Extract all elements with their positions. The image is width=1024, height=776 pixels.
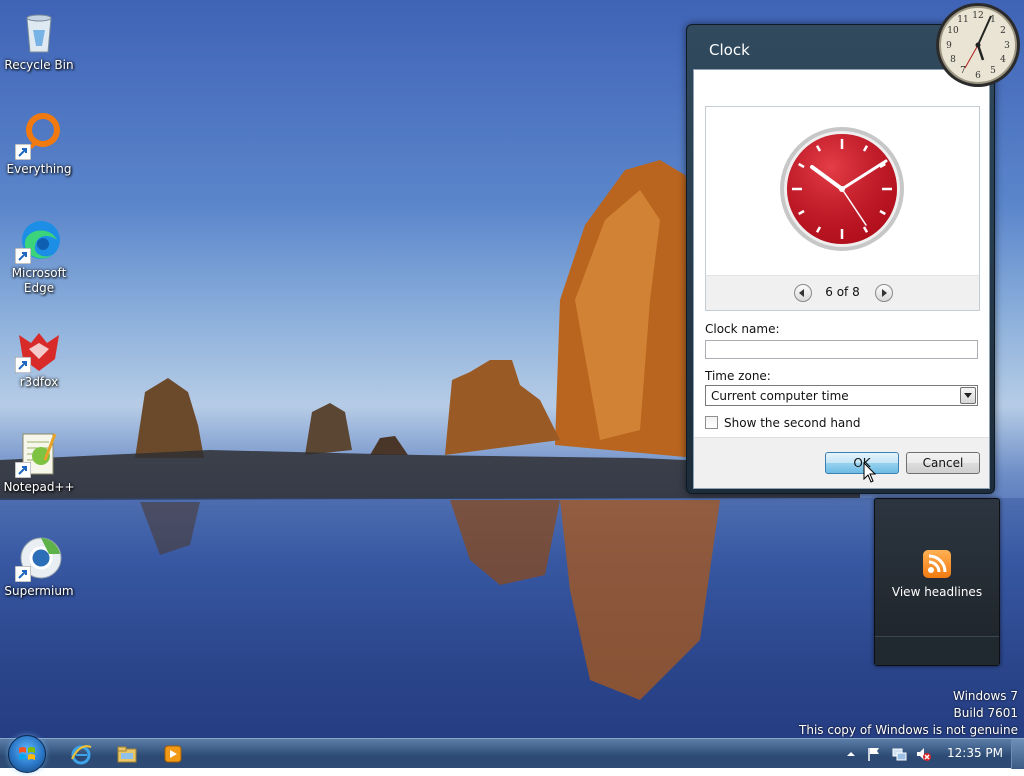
desktop-icon-label: Recycle Bin: [4, 58, 74, 72]
clock-name-label: Clock name:: [705, 322, 780, 336]
desktop-icon-label: Notepad++: [3, 480, 75, 494]
view-headlines-link[interactable]: View headlines: [875, 585, 999, 599]
dialog-title: Clock: [709, 41, 750, 59]
supermium-icon: [15, 534, 63, 582]
red-clock-face-icon: [780, 127, 904, 251]
ok-button[interactable]: OK: [825, 452, 899, 474]
show-hidden-icons-icon[interactable]: [843, 746, 859, 762]
svg-text:11: 11: [957, 15, 968, 25]
explorer-icon[interactable]: [116, 743, 138, 765]
desktop-icon-label: Microsoft Edge: [11, 266, 67, 295]
notepadpp-icon: [15, 430, 63, 478]
desktop-icon-everything[interactable]: Everything: [0, 112, 78, 177]
taskbar-clock[interactable]: 12:35 PM: [947, 746, 1003, 760]
feed-headlines-gadget[interactable]: View headlines: [874, 498, 1000, 666]
chevron-down-icon[interactable]: [960, 387, 976, 404]
svg-text:6: 6: [975, 71, 981, 81]
page-indicator: 6 of 8: [825, 285, 860, 299]
dialog-client-area: 6 of 8 Clock name: Time zone: Current co…: [693, 69, 990, 489]
svg-text:4: 4: [1000, 55, 1006, 65]
clock-style-pager: 6 of 8: [705, 275, 980, 311]
shortcut-arrow-icon: [15, 357, 31, 373]
desktop-icon-r3dfox[interactable]: r3dfox: [0, 325, 78, 390]
windows-watermark: Windows 7 Build 7601 This copy of Window…: [799, 688, 1018, 738]
edge-icon: [15, 216, 63, 264]
dialog-footer: OK Cancel: [694, 437, 989, 488]
start-button[interactable]: [8, 735, 46, 773]
media-player-icon[interactable]: [162, 743, 184, 765]
everything-icon: [15, 112, 63, 160]
watermark-build: Build 7601: [953, 706, 1018, 720]
taskbar: 12:35 PM: [0, 735, 1024, 773]
r3dfox-icon: [15, 325, 63, 373]
volume-muted-icon[interactable]: [915, 746, 931, 762]
shortcut-arrow-icon: [15, 144, 31, 160]
rss-icon: [923, 550, 951, 578]
show-desktop-button[interactable]: [1011, 739, 1024, 769]
action-center-icon[interactable]: [866, 746, 882, 762]
clock-gadget[interactable]: 12 12 345 678 91011: [935, 2, 1021, 88]
svg-text:5: 5: [990, 66, 996, 76]
shortcut-arrow-icon: [15, 566, 31, 582]
clock-settings-dialog: Clock 6 of 8 Clock name: Time zone: Curr…: [686, 24, 995, 494]
desktop-icon-label: Supermium: [4, 584, 74, 598]
svg-text:10: 10: [947, 26, 959, 36]
next-clock-button[interactable]: [875, 284, 893, 302]
svg-text:12: 12: [972, 11, 983, 21]
svg-text:8: 8: [950, 55, 956, 65]
previous-clock-button[interactable]: [794, 284, 812, 302]
svg-text:2: 2: [1000, 26, 1006, 36]
shortcut-arrow-icon: [15, 248, 31, 264]
svg-text:9: 9: [946, 41, 952, 51]
cancel-button[interactable]: Cancel: [906, 452, 980, 474]
feed-gadget-footer: [875, 636, 999, 665]
network-icon[interactable]: [891, 746, 907, 762]
recycle-bin-icon: [15, 8, 63, 56]
time-zone-select[interactable]: Current computer time: [705, 385, 978, 406]
internet-explorer-icon[interactable]: [70, 743, 92, 765]
desktop-icon-recycle-bin[interactable]: Recycle Bin: [0, 8, 78, 73]
desktop-icon-label: Everything: [6, 162, 72, 176]
desktop-icon-edge[interactable]: Microsoft Edge: [0, 216, 78, 296]
desktop-icon-notepadpp[interactable]: Notepad++: [0, 430, 78, 495]
mouse-cursor-icon: [863, 462, 877, 483]
svg-text:3: 3: [1004, 41, 1010, 51]
watermark-version: Windows 7: [952, 689, 1018, 703]
desktop-icon-supermium[interactable]: Supermium: [0, 534, 78, 599]
show-second-hand-label[interactable]: Show the second hand: [724, 416, 861, 430]
clock-name-input[interactable]: [705, 340, 978, 359]
show-second-hand-checkbox[interactable]: [705, 416, 718, 429]
time-zone-value: Current computer time: [711, 389, 849, 403]
desktop: Recycle Bin Everything Microsoft Edge r3…: [0, 0, 1024, 738]
watermark-genuine-notice: This copy of Windows is not genuine: [799, 723, 1018, 737]
windows-logo-icon: [19, 747, 35, 760]
shortcut-arrow-icon: [15, 462, 31, 478]
time-zone-label: Time zone:: [705, 369, 771, 383]
desktop-icon-label: r3dfox: [19, 375, 59, 389]
